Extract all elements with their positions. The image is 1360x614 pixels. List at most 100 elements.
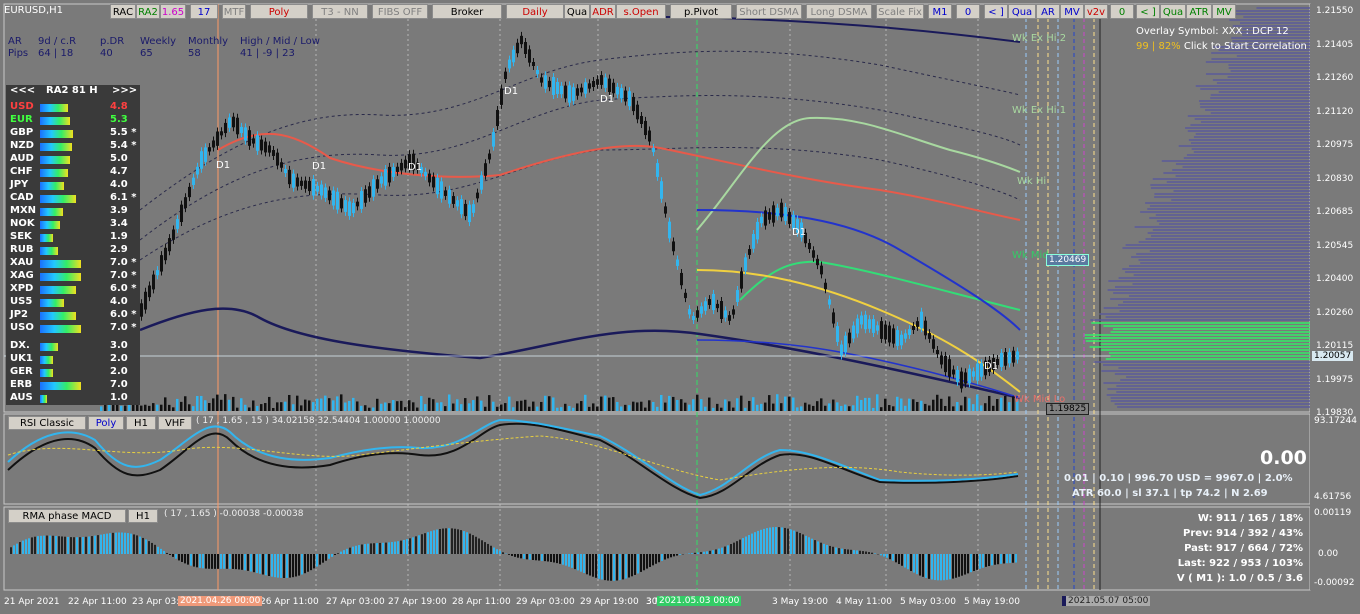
correlation-link[interactable]: 99 | 82% Click to Start Correlation [1136,41,1307,52]
macd-name-button[interactable]: RMA phase MACD [8,509,126,523]
macd-bar [37,536,39,554]
heatmap-row-erb[interactable]: ERB 7.0 [6,379,140,392]
heatmap-row-us5[interactable]: US5 4.0 [6,296,140,309]
toolbar-button-0[interactable]: 0 [1110,4,1134,19]
heatmap-row-aus[interactable]: AUS 1.0 [6,392,140,405]
heatmap-row-jp2[interactable]: JP2 6.0 * [6,309,140,322]
toolbar-button-ar[interactable]: AR [1036,4,1060,19]
rsi-classic-button[interactable]: RSI Classic [8,416,86,430]
macd-bar [817,541,819,554]
volume-bar [596,406,599,411]
toolbar-button-m1[interactable]: M1 [928,4,952,19]
candle-body [428,173,431,183]
heatmap-next-button[interactable]: >>> [112,85,137,96]
volume-bar [572,407,575,411]
macd-timeframe-button[interactable]: H1 [128,509,158,523]
toolbar-button-scale-fix[interactable]: Scale Fix [876,4,924,19]
heatmap-row-cad[interactable]: CAD 6.1 * [6,192,140,205]
toolbar-button-atr[interactable]: ATR [1186,4,1212,19]
toolbar-button-rac[interactable]: RAC [110,4,136,19]
volume-bar [412,402,415,411]
toolbar-button-t3-nn[interactable]: T3 - NN [312,4,368,19]
macd-bar [379,542,381,554]
macd-bar [346,548,348,554]
toolbar-button-0[interactable]: 0 [956,4,980,19]
rsi-vhf-button[interactable]: VHF [158,416,192,430]
macd-bar [367,543,369,554]
volume-bar [328,398,331,411]
toolbar-button-ra2[interactable]: RA2 [136,4,160,19]
toolbar-button-17[interactable]: 17 [190,4,218,19]
macd-bar [70,537,72,554]
volume-bar [316,398,319,411]
macd-stat-line: Prev: 914 / 392 / 43% [1183,528,1303,539]
correlation-value: 99 | 82% [1136,41,1181,52]
heatmap-row-jpy[interactable]: JPY 4.0 [6,179,140,192]
heatmap-row-mxn[interactable]: MXN 3.9 [6,205,140,218]
candle-body [224,122,227,134]
volume-bar [632,401,635,411]
toolbar-button-1-65[interactable]: 1.65 [160,4,186,19]
candle-body [336,191,339,210]
heatmap-row-xag[interactable]: XAG 7.0 * [6,270,140,283]
heatmap-row-eur[interactable]: EUR 5.3 [6,114,140,127]
macd-bar [958,554,960,577]
toolbar-button-qua[interactable]: Qua [564,4,590,19]
toolbar-button-poly[interactable]: Poly [250,4,308,19]
heatmap-row-xau[interactable]: XAU 7.0 * [6,257,140,270]
stats-cell: 65 [140,48,153,59]
volume-bar [212,398,215,411]
macd-bar [805,535,807,554]
macd-bar [847,549,849,554]
toolbar-button-broker[interactable]: Broker [432,4,502,19]
toolbar-button-v2v[interactable]: v2v [1084,4,1108,19]
heatmap-row-nok[interactable]: NOK 3.4 [6,218,140,231]
heatmap-row-usd[interactable]: USD 4.8 [6,101,140,114]
candle-body [920,311,923,329]
toolbar-button-qua[interactable]: Qua [1008,4,1036,19]
volume-bar [500,404,503,411]
heatmap-row-gbp[interactable]: GBP 5.5 * [6,127,140,140]
macd-bar [961,554,963,576]
toolbar-button-s-open[interactable]: s.Open [616,4,666,19]
heatmap-strength-bar [40,130,73,138]
toolbar-button-qua[interactable]: Qua [1160,4,1186,19]
toolbar-button-mv[interactable]: MV [1212,4,1236,19]
macd-bar [583,554,585,573]
toolbar-button-long-dsma[interactable]: Long DSMA [806,4,872,19]
macd-bar [913,554,915,573]
heatmap-row-uk1[interactable]: UK1 2.0 [6,353,140,366]
macd-bar [973,554,975,571]
macd-bar [733,542,735,554]
heatmap-row-aud[interactable]: AUD 5.0 [6,153,140,166]
heatmap-prev-button[interactable]: <<< [10,85,35,96]
toolbar-button-p-pivot[interactable]: p.Pivot [670,4,732,19]
macd-bar [739,539,741,554]
macd-bar [511,554,513,556]
macd-bar [976,554,978,570]
main-chart[interactable] [0,0,1360,614]
date-tag-end: 2021.05.07 05:00 [1062,596,1151,606]
toolbar-button-mv[interactable]: MV [1060,4,1084,19]
toolbar-button-adr[interactable]: ADR [590,4,616,19]
macd-bar [460,530,462,554]
macd-bar [727,545,729,554]
rsi-timeframe-button[interactable]: H1 [126,416,156,430]
macd-bar [928,554,930,579]
toolbar-button-mtf[interactable]: MTF [222,4,246,19]
heatmap-row-uso[interactable]: USO 7.0 * [6,322,140,335]
toolbar-button-[interactable]: < ] [1136,4,1160,19]
heatmap-row-rub[interactable]: RUB 2.9 [6,244,140,257]
heatmap-row-dx[interactable]: DX. 3.0 [6,340,140,353]
heatmap-row-xpd[interactable]: XPD 6.0 * [6,283,140,296]
heatmap-row-sek[interactable]: SEK 1.9 [6,231,140,244]
toolbar-button-daily[interactable]: Daily [506,4,564,19]
toolbar-button-short-dsma[interactable]: Short DSMA [736,4,802,19]
heatmap-row-nzd[interactable]: NZD 5.4 * [6,140,140,153]
heatmap-row-chf[interactable]: CHF 4.7 [6,166,140,179]
macd-bar [667,554,669,559]
toolbar-button-fibs-off[interactable]: FIBS OFF [372,4,428,19]
rsi-poly-button[interactable]: Poly [88,416,124,430]
heatmap-row-ger[interactable]: GER 2.0 [6,366,140,379]
toolbar-button-[interactable]: < ] [984,4,1008,19]
